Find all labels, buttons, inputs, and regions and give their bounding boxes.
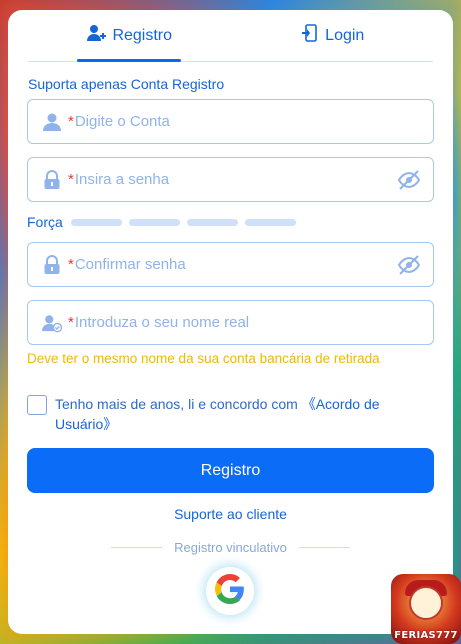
app-badge[interactable]: FERIAS777 (391, 574, 461, 644)
eye-slash-icon[interactable] (397, 254, 421, 276)
strength-label: Força (27, 214, 63, 230)
google-login-button[interactable] (206, 567, 254, 615)
password-input[interactable] (74, 171, 433, 188)
google-icon (215, 573, 245, 609)
strength-segment (186, 218, 238, 226)
agreement-row: Tenho mais de anos, li e concordo com 《A… (27, 394, 427, 434)
strength-segment (244, 218, 296, 226)
required-mark: * (68, 171, 74, 188)
agreement-statement: Tenho mais de anos, li e concordo com (55, 396, 302, 412)
user-add-icon (86, 23, 107, 48)
password-strength: Força (27, 214, 303, 230)
eye-slash-icon[interactable] (397, 169, 421, 191)
divider-line (298, 547, 350, 548)
divider-line (111, 547, 163, 548)
mascot-icon (409, 586, 443, 620)
confirm-password-input[interactable] (74, 256, 433, 273)
customer-support-link[interactable]: Suporte ao cliente (8, 506, 453, 522)
tab-register-label: Registro (112, 26, 173, 44)
strength-segment (128, 218, 180, 226)
tab-login-label: Login (325, 26, 365, 44)
required-mark: * (68, 256, 74, 273)
real-name-warning: Deve ter o mesmo nome da sua conta bancá… (27, 351, 380, 366)
confirm-password-field[interactable]: * (27, 242, 434, 287)
user-verified-icon (42, 313, 62, 333)
required-mark: * (68, 113, 74, 130)
login-door-icon (299, 23, 319, 48)
register-modal: Registro Login Suporta apenas Conta Regi… (8, 10, 453, 634)
auth-tabs: Registro Login (28, 10, 433, 62)
register-submit-button[interactable]: Registro (27, 448, 434, 493)
lock-icon (42, 169, 62, 190)
binding-divider: Registro vinculativo (111, 540, 350, 555)
app-badge-label: FERIAS777 (394, 630, 458, 641)
tab-register[interactable]: Registro (28, 10, 231, 61)
user-icon (42, 112, 62, 132)
divider-text: Registro vinculativo (174, 540, 287, 555)
account-type-note: Suporta apenas Conta Registro (28, 76, 225, 92)
account-input[interactable] (74, 113, 433, 130)
password-field[interactable]: * (27, 157, 434, 202)
real-name-field[interactable]: * (27, 300, 434, 345)
lock-icon (42, 254, 62, 275)
agreement-checkbox[interactable] (27, 395, 47, 415)
tab-login[interactable]: Login (231, 10, 434, 61)
required-mark: * (68, 314, 74, 331)
agreement-text: Tenho mais de anos, li e concordo com 《A… (55, 394, 427, 434)
real-name-input[interactable] (74, 314, 433, 331)
strength-segment (70, 218, 122, 226)
account-field[interactable]: * (27, 99, 434, 144)
